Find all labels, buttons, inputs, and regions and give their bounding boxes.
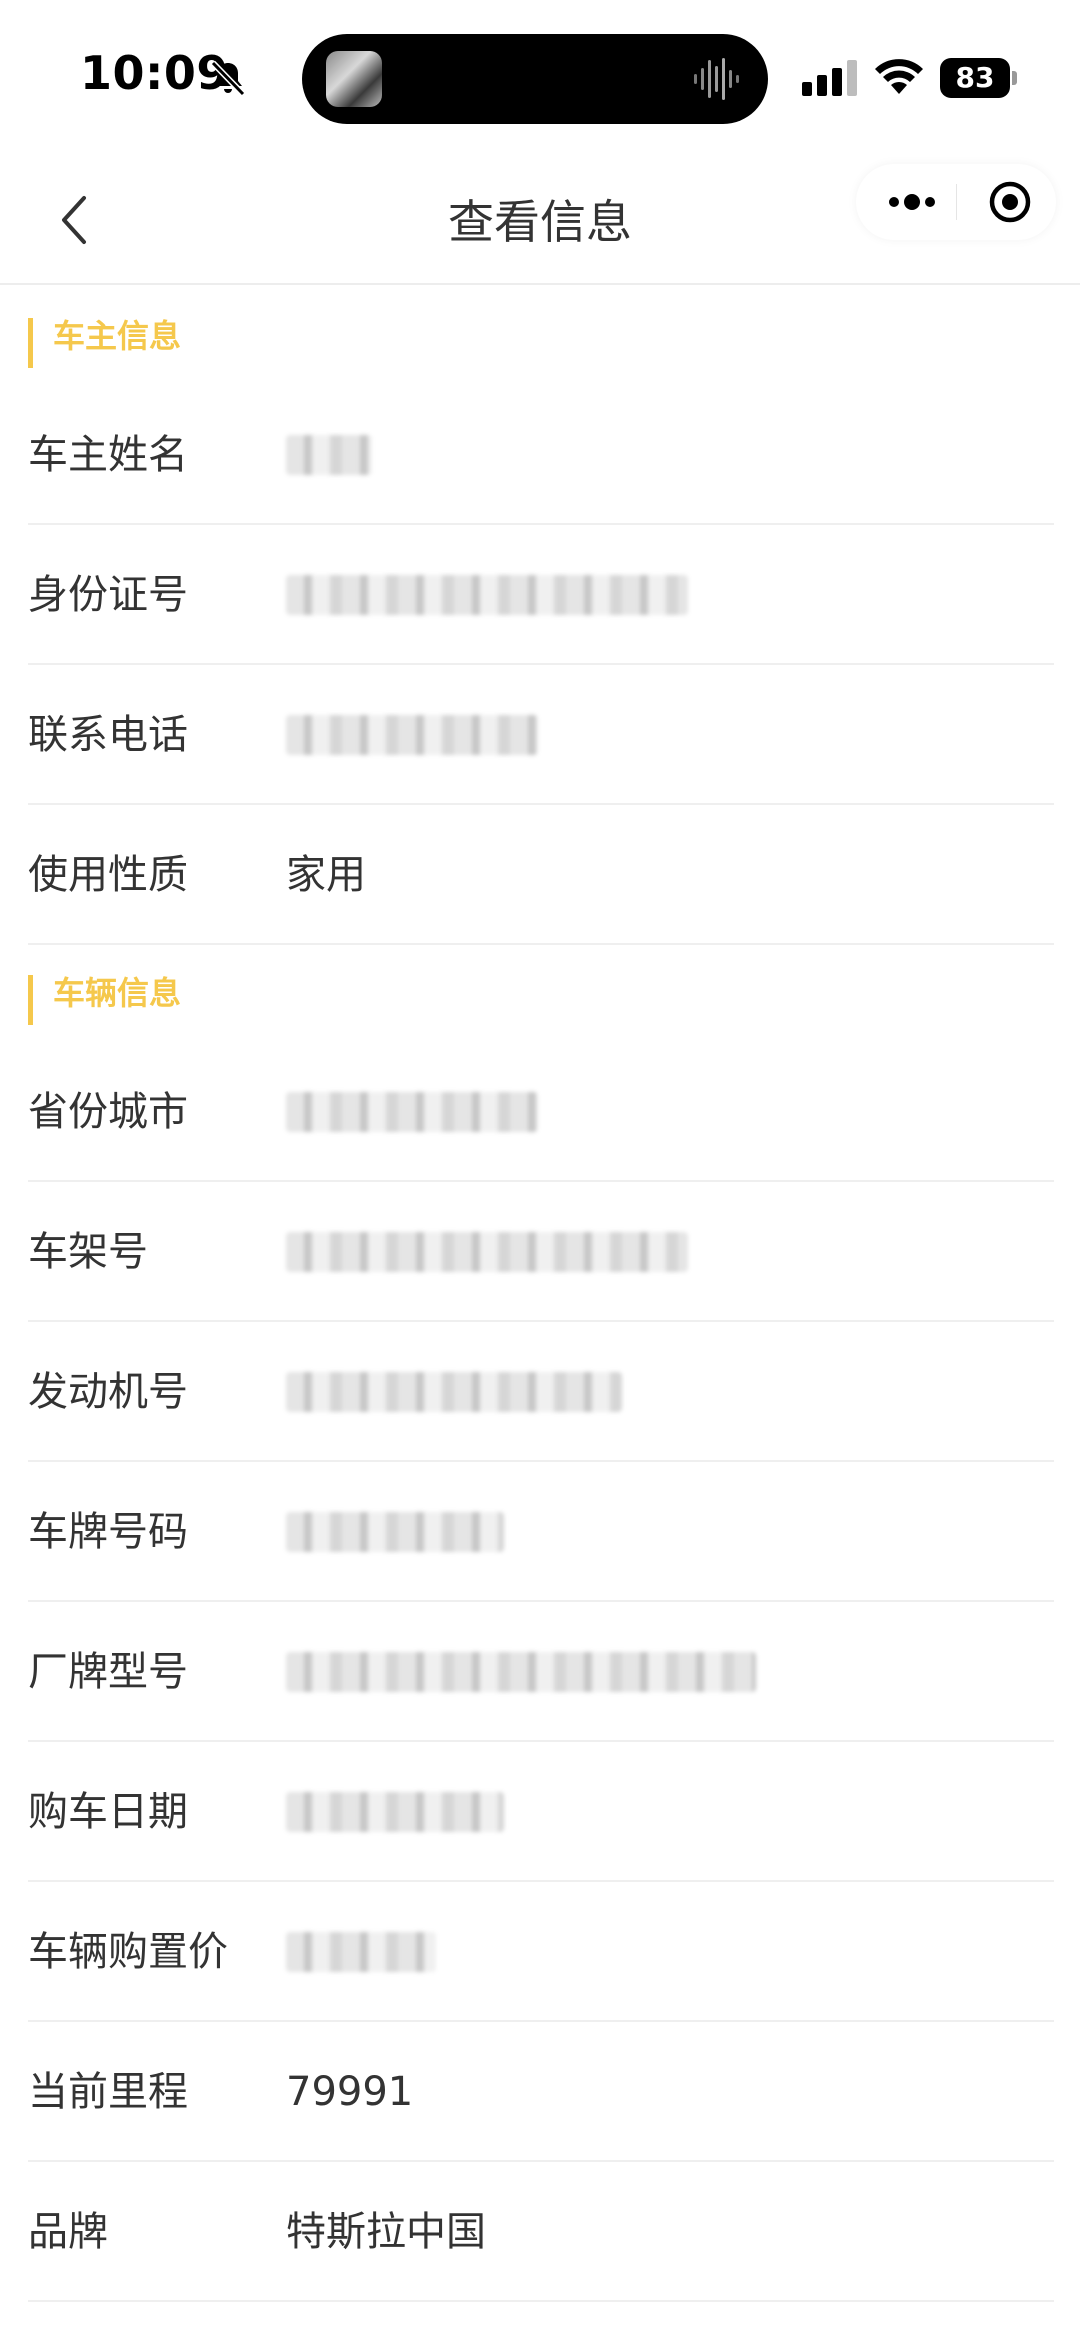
battery-icon: 83 [940, 58, 1017, 98]
row-engine-number: 发动机号 [28, 1322, 1054, 1462]
row-mileage: 当前里程 79991 [28, 2022, 1054, 2162]
redacted-value [286, 1652, 756, 1692]
row-label: 车架号 [28, 1229, 148, 1275]
redacted-value [286, 1092, 538, 1132]
wifi-icon [875, 59, 923, 94]
redacted-value [286, 1932, 436, 1972]
row-label: 省份城市 [28, 1089, 188, 1135]
row-brand: 品牌 特斯拉中国 [28, 2162, 1054, 2302]
row-model: 厂牌型号 [28, 1602, 1054, 1742]
now-playing-artwork[interactable] [326, 51, 382, 107]
redacted-value [286, 715, 538, 755]
row-vin: 车架号 [28, 1182, 1054, 1322]
section-title-owner: 车主信息 [28, 318, 181, 368]
nav-bar: 查看信息 [0, 150, 1080, 285]
row-plate-number: 车牌号码 [28, 1462, 1054, 1602]
more-dots-icon[interactable] [866, 164, 956, 240]
row-label: 联系电话 [28, 712, 188, 758]
row-label: 车牌号码 [28, 1509, 188, 1555]
row-purchase-price: 车辆购置价 [28, 1882, 1054, 2022]
row-label: 购车日期 [28, 1789, 188, 1835]
row-label: 厂牌型号 [28, 1649, 188, 1695]
battery-cap [1012, 71, 1017, 85]
target-close-icon[interactable] [956, 164, 1056, 240]
row-value: 家用 [286, 852, 366, 898]
row-label: 车主姓名 [28, 432, 188, 478]
row-value: 79991 [286, 2069, 414, 2115]
row-purchase-date: 购车日期 [28, 1742, 1054, 1882]
row-label: 使用性质 [28, 852, 188, 898]
dynamic-island[interactable] [302, 34, 768, 124]
row-label: 发动机号 [28, 1369, 188, 1415]
row-label: 车辆购置价 [28, 1929, 228, 1975]
mini-program-capsule [856, 164, 1056, 240]
section-title-vehicle: 车辆信息 [28, 975, 181, 1025]
row-phone: 联系电话 [28, 665, 1054, 805]
cellular-signal-icon [802, 60, 857, 96]
row-owner-name: 车主姓名 [28, 385, 1054, 525]
row-province-city: 省份城市 [28, 1042, 1054, 1182]
row-label: 品牌 [28, 2209, 108, 2255]
redacted-value [286, 1512, 504, 1552]
redacted-value [286, 1232, 688, 1272]
row-usage-type: 使用性质 家用 [28, 805, 1054, 945]
status-bar: 10:09 83 [0, 0, 1080, 150]
redacted-value [286, 575, 688, 615]
row-label: 当前里程 [28, 2069, 188, 2115]
row-id-number: 身份证号 [28, 525, 1054, 665]
audio-wave-icon [694, 58, 739, 100]
battery-level: 83 [940, 58, 1010, 98]
redacted-value [286, 435, 372, 475]
status-time: 10:09 [80, 46, 229, 100]
redacted-value [286, 1792, 504, 1832]
row-value: 特斯拉中国 [286, 2209, 486, 2255]
bell-slash-icon [210, 60, 246, 97]
redacted-value [286, 1372, 622, 1412]
row-label: 身份证号 [28, 572, 188, 618]
